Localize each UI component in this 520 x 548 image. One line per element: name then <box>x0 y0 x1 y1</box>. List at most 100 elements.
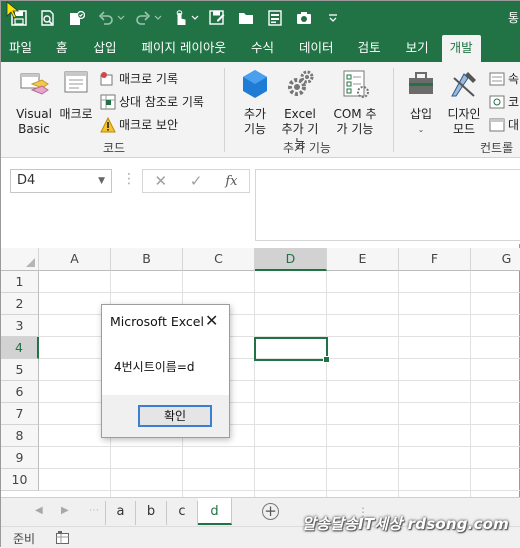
accessibility-icon[interactable] <box>66 7 88 29</box>
group-label-addins: 추가 기능 <box>283 141 331 155</box>
tabs-more-icon[interactable]: ⋯ <box>89 505 99 516</box>
view-code-button[interactable]: 코 <box>489 93 519 110</box>
group-separator <box>393 68 394 152</box>
more-icon[interactable] <box>322 7 344 29</box>
scroll-tabs-right-icon[interactable]: ▶ <box>61 505 69 516</box>
row-header-4[interactable]: 4 <box>1 337 39 359</box>
undo-icon[interactable] <box>95 7 117 29</box>
row-header-2[interactable]: 2 <box>1 293 39 315</box>
gridline <box>39 490 520 491</box>
run-dialog-button[interactable]: 대 <box>489 116 519 133</box>
gridline <box>39 446 520 447</box>
watermark: 알송달송IT세상 rdsong.com <box>302 515 509 533</box>
add-sheet-icon[interactable]: + <box>262 503 279 520</box>
sheet-tab-d[interactable]: d <box>198 498 232 525</box>
addins-button[interactable]: 추가 기능 <box>236 68 274 137</box>
cancel-icon[interactable]: ✕ <box>154 172 167 190</box>
splitter-handle[interactable]: ⋮ <box>122 171 136 187</box>
row-header-1[interactable]: 1 <box>1 271 39 293</box>
row-header-9[interactable]: 9 <box>1 447 39 469</box>
tab-developer[interactable]: 개발 <box>441 35 481 62</box>
tab-home[interactable]: 홈 <box>43 35 81 62</box>
active-cell-d4[interactable] <box>254 337 330 363</box>
enter-icon[interactable]: ✓ <box>190 172 203 190</box>
formula-buttons: ✕ ✓ fx <box>142 169 250 193</box>
tab-data[interactable]: 데이터 <box>287 35 346 62</box>
sheet-tab-c[interactable]: c <box>167 501 198 525</box>
relative-reference-icon <box>100 94 116 109</box>
view-code-label: 코 <box>508 95 520 109</box>
relative-reference-button[interactable]: 상대 참조로 기록 <box>100 93 204 110</box>
record-macro-button[interactable]: 매크로 기록 <box>100 70 178 87</box>
addins-icon <box>243 70 267 98</box>
select-all-button[interactable] <box>1 248 39 271</box>
row-header-6[interactable]: 6 <box>1 381 39 403</box>
macro-record-status-icon[interactable] <box>56 531 70 544</box>
formula-input[interactable] <box>255 169 520 241</box>
name-box[interactable]: D4 ▼ <box>10 169 112 193</box>
com-addins-label: COM 추가 기능 <box>333 107 377 136</box>
properties-icon <box>489 72 505 85</box>
column-header-c[interactable]: C <box>183 248 255 271</box>
chevron-down-icon: ⌄ <box>417 125 425 134</box>
open-icon[interactable] <box>235 7 257 29</box>
tab-formulas[interactable]: 수식 <box>238 35 287 62</box>
com-addins-icon <box>343 70 369 98</box>
column-header-a[interactable]: A <box>39 248 111 271</box>
touch-dropdown-icon[interactable] <box>191 7 199 29</box>
column-header-f[interactable]: F <box>399 248 471 271</box>
name-box-value: D4 <box>17 173 36 188</box>
com-addins-button[interactable]: COM 추가 기능 <box>328 68 382 137</box>
addins-label: 추가 기능 <box>243 107 267 136</box>
row-header-8[interactable]: 8 <box>1 425 39 447</box>
tab-view[interactable]: 보기 <box>393 35 442 62</box>
column-header-d[interactable]: D <box>255 248 327 271</box>
properties-button[interactable]: 속 <box>489 70 519 87</box>
column-header-e[interactable]: E <box>327 248 399 271</box>
macro-button[interactable]: 매크로 <box>56 68 96 122</box>
camera-icon[interactable] <box>293 7 315 29</box>
save-as-icon[interactable] <box>206 7 228 29</box>
insert-control-button[interactable]: 삽입 ⌄ <box>402 68 440 137</box>
row-header-5[interactable]: 5 <box>1 359 39 381</box>
visual-basic-button[interactable]: Visual Basic <box>14 68 54 137</box>
tab-file[interactable]: 파일 <box>1 35 43 62</box>
column-header-b[interactable]: B <box>111 248 183 271</box>
redo-icon[interactable] <box>132 7 154 29</box>
form-icon[interactable] <box>264 7 286 29</box>
sheet-tab-b[interactable]: b <box>136 501 167 525</box>
run-dialog-label: 대 <box>508 118 520 132</box>
column-header-g[interactable]: G <box>471 248 520 271</box>
design-mode-label: 디자인 모드 <box>447 107 481 136</box>
visual-basic-label: Visual Basic <box>16 107 52 136</box>
redo-dropdown-icon[interactable] <box>154 7 162 29</box>
gridline <box>254 271 255 497</box>
design-mode-button[interactable]: 디자인 모드 <box>444 68 484 137</box>
tab-page-layout[interactable]: 페이지 레이아웃 <box>130 35 238 62</box>
gridline <box>470 271 471 497</box>
gridline <box>326 271 327 497</box>
insert-function-icon[interactable]: fx <box>225 174 237 189</box>
name-box-dropdown-icon[interactable]: ▼ <box>98 170 105 192</box>
tab-insert[interactable]: 삽입 <box>81 35 130 62</box>
status-mode: 준비 <box>13 532 36 546</box>
sheet-tab-a[interactable]: a <box>105 501 136 525</box>
view-code-icon <box>489 95 505 108</box>
formula-bar: D4 ▼ ⋮ ✕ ✓ fx <box>1 158 520 244</box>
row-header-3[interactable]: 3 <box>1 315 39 337</box>
scroll-tabs-left-icon[interactable]: ◀ <box>35 505 43 516</box>
close-icon[interactable]: ✕ <box>205 311 218 330</box>
group-separator <box>224 68 225 152</box>
touch-mode-icon[interactable] <box>169 7 191 29</box>
print-preview-icon[interactable] <box>37 7 59 29</box>
ok-button[interactable]: 확인 <box>138 405 212 427</box>
gear-icon <box>288 70 314 96</box>
tab-review[interactable]: 검토 <box>346 35 393 62</box>
row-header-10[interactable]: 10 <box>1 469 39 491</box>
worksheet-grid[interactable]: A B C D E F G 1 2 3 4 5 6 7 8 9 10 <box>1 244 520 497</box>
message-dialog: Microsoft Excel ✕ 4번시트이름=d 확인 <box>101 304 230 438</box>
undo-dropdown-icon[interactable] <box>117 7 125 29</box>
macro-label: 매크로 <box>59 107 93 121</box>
row-header-7[interactable]: 7 <box>1 403 39 425</box>
macro-security-button[interactable]: 매크로 보안 <box>100 116 178 133</box>
